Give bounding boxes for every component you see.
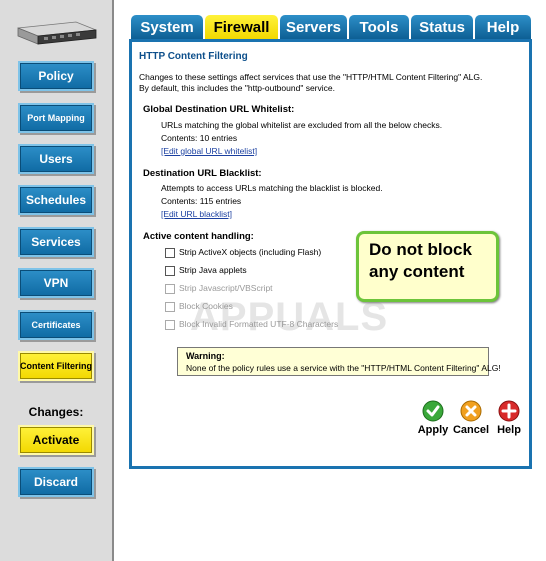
annotation-callout: Do not block any content	[356, 231, 499, 302]
plus-help-icon	[498, 400, 520, 422]
help-button[interactable]: Help	[489, 400, 529, 436]
strip-javascript-checkbox[interactable]	[165, 284, 175, 294]
checkmark-icon	[422, 400, 444, 422]
sidebar-divider	[112, 0, 114, 561]
sidebar-item-schedules[interactable]: Schedules	[18, 185, 94, 215]
apply-button[interactable]: Apply	[413, 400, 453, 436]
intro-text-line2: By default, this includes the "http-outb…	[139, 83, 335, 93]
changes-label: Changes:	[28, 405, 84, 419]
tab-system[interactable]: System	[131, 15, 203, 39]
activate-button[interactable]: Activate	[18, 425, 94, 455]
router-device-image	[17, 21, 97, 45]
sidebar-item-port-mapping[interactable]: Port Mapping	[18, 103, 94, 133]
tab-firewall[interactable]: Firewall	[205, 15, 278, 39]
blacklist-contents: Contents: 115 entries	[161, 196, 242, 206]
edit-whitelist-link[interactable]: [Edit global URL whitelist]	[161, 146, 257, 156]
intro-text-line1: Changes to these settings affect service…	[139, 72, 483, 82]
strip-javascript-label: Strip Javascript/VBScript	[179, 283, 273, 293]
block-invalid-utf8-checkbox[interactable]	[165, 320, 175, 330]
warning-title: Warning:	[186, 351, 225, 361]
strip-java-checkbox[interactable]	[165, 266, 175, 276]
edit-blacklist-link[interactable]: [Edit URL blacklist]	[161, 209, 232, 219]
apply-label: Apply	[417, 424, 449, 436]
sidebar-item-services[interactable]: Services	[18, 227, 94, 257]
help-label: Help	[497, 424, 521, 436]
tab-status[interactable]: Status	[411, 15, 473, 39]
sidebar-item-policy[interactable]: Policy	[18, 61, 94, 91]
page-title: HTTP Content Filtering	[139, 51, 248, 62]
warning-text: None of the policy rules use a service w…	[186, 363, 501, 373]
discard-button[interactable]: Discard	[18, 467, 94, 497]
cancel-label: Cancel	[452, 424, 490, 436]
tab-tools[interactable]: Tools	[349, 15, 409, 39]
sidebar-item-vpn[interactable]: VPN	[18, 268, 94, 298]
callout-line2: any content	[369, 262, 465, 281]
active-content-heading: Active content handling:	[143, 231, 254, 242]
blacklist-description: Attempts to access URLs matching the bla…	[161, 183, 383, 193]
sidebar: Policy Port Mapping Users Schedules Serv…	[0, 0, 112, 561]
whitelist-heading: Global Destination URL Whitelist:	[143, 104, 295, 115]
cancel-icon	[460, 400, 482, 422]
watermark: APPUALS	[190, 295, 389, 339]
sidebar-item-content-filtering[interactable]: Content Filtering	[18, 351, 94, 381]
strip-java-label: Strip Java applets	[179, 265, 247, 275]
callout-line1: Do not block	[369, 240, 472, 259]
sidebar-item-certificates[interactable]: Certificates	[18, 310, 94, 340]
whitelist-description: URLs matching the global whitelist are e…	[161, 120, 443, 130]
warning-box: Warning: None of the policy rules use a …	[177, 347, 501, 376]
strip-activex-label: Strip ActiveX objects (including Flash)	[179, 247, 322, 257]
cancel-button[interactable]: Cancel	[451, 400, 491, 436]
blacklist-heading: Destination URL Blacklist:	[143, 168, 262, 179]
top-tabs: System Firewall Servers Tools Status Hel…	[131, 15, 531, 39]
block-cookies-checkbox[interactable]	[165, 302, 175, 312]
strip-activex-checkbox[interactable]	[165, 248, 175, 258]
sidebar-item-users[interactable]: Users	[18, 144, 94, 174]
whitelist-contents: Contents: 10 entries	[161, 133, 238, 143]
tab-help[interactable]: Help	[475, 15, 531, 39]
tab-servers[interactable]: Servers	[280, 15, 347, 39]
